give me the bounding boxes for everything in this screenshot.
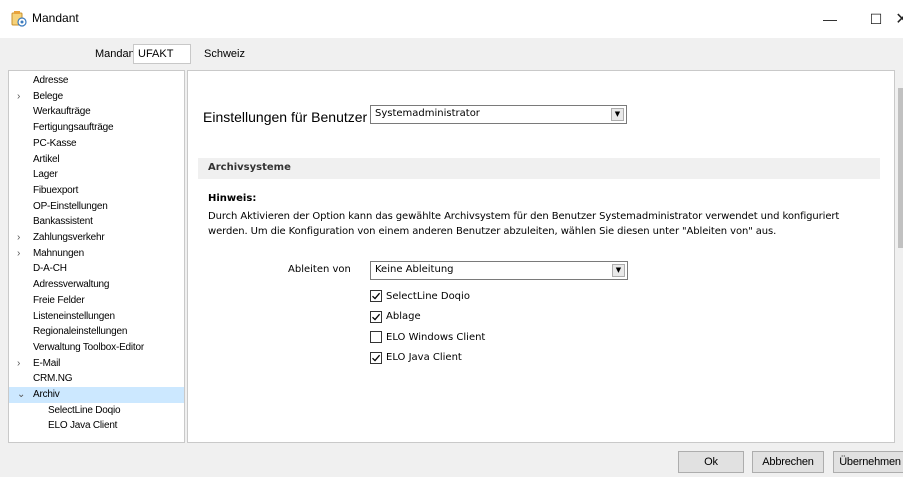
sidebar-item[interactable]: Listeneinstellungen <box>9 309 184 325</box>
sidebar-item-label: Adressverwaltung <box>33 279 110 291</box>
user-select[interactable]: Systemadministrator ▼ <box>370 105 627 124</box>
archive-system-checkbox[interactable]: Ablage <box>370 310 421 324</box>
sidebar-item[interactable]: OP-Einstellungen <box>9 199 184 215</box>
sidebar-item-label: Bankassistent <box>33 216 93 228</box>
sidebar-item[interactable]: Fibuexport <box>9 183 184 199</box>
sidebar-item-label: Artikel <box>33 153 60 165</box>
archive-system-checkbox[interactable]: ELO Windows Client <box>370 330 485 344</box>
chevron-down-icon[interactable]: ⌄ <box>17 387 25 403</box>
dropdown-arrow-icon[interactable]: ▼ <box>611 108 624 121</box>
sidebar-item-label: PC-Kasse <box>33 137 77 149</box>
chevron-right-icon[interactable]: › <box>17 246 20 262</box>
archive-system-checkbox[interactable]: ELO Java Client <box>370 351 462 365</box>
sidebar-item-label: Fertigungsaufträge <box>33 122 114 134</box>
sidebar-item[interactable]: Verwaltung Toolbox-Editor <box>9 340 184 356</box>
checkbox-unchecked-icon[interactable] <box>370 331 382 343</box>
close-button[interactable]: ✕ <box>887 0 903 38</box>
content-panel: Einstellungen für Benutzer Systemadminis… <box>187 70 895 443</box>
sidebar-item[interactable]: Lager <box>9 167 184 183</box>
sidebar-item[interactable]: Freie Felder <box>9 293 184 309</box>
chevron-right-icon[interactable]: › <box>17 356 20 372</box>
sidebar-item[interactable]: › E-Mail <box>9 356 184 372</box>
sidebar-item[interactable]: Bankassistent <box>9 214 184 230</box>
sidebar-item[interactable]: › Belege <box>9 89 184 105</box>
sidebar-item-label: OP-Einstellungen <box>33 200 108 212</box>
sidebar-item[interactable]: › Mahnungen <box>9 246 184 262</box>
sidebar-item[interactable]: Fertigungsaufträge <box>9 120 184 136</box>
section-header: Archivsysteme <box>198 158 880 179</box>
sidebar-item-label: Freie Felder <box>33 294 85 306</box>
sidebar-item[interactable]: PC-Kasse <box>9 136 184 152</box>
minimize-button[interactable]: — <box>807 0 853 38</box>
sidebar-item[interactable]: ELO Java Client <box>9 418 184 434</box>
sidebar-item[interactable]: SelectLine Doqio <box>9 403 184 419</box>
ok-button[interactable]: Ok <box>678 451 744 473</box>
sidebar-item-label: Verwaltung Toolbox-Editor <box>33 341 144 353</box>
scrollbar-thumb[interactable] <box>898 88 903 248</box>
sidebar-item[interactable]: Adresse <box>9 73 184 89</box>
checkbox-checked-icon[interactable] <box>370 310 382 323</box>
sidebar-item-label: E-Mail <box>33 357 61 369</box>
checkbox-label: Ablage <box>386 311 421 322</box>
sidebar-item[interactable]: ⌄ Archiv <box>9 387 184 403</box>
sidebar-item-label: D-A-CH <box>33 263 67 275</box>
sidebar-item-label: Fibuexport <box>33 184 79 196</box>
cancel-button[interactable]: Abbrechen <box>752 451 824 473</box>
sidebar-item[interactable]: Adressverwaltung <box>9 277 184 293</box>
sidebar-item[interactable]: CRM.NG <box>9 371 184 387</box>
sidebar-item[interactable]: › Zahlungsverkehr <box>9 230 184 246</box>
sidebar-item-label: SelectLine Doqio <box>48 404 121 416</box>
archive-system-checkbox[interactable]: SelectLine Doqio <box>370 289 470 303</box>
sidebar-item-label: Werkaufträge <box>33 106 91 118</box>
sidebar-item[interactable]: Artikel <box>9 152 184 168</box>
chevron-right-icon[interactable]: › <box>17 89 20 105</box>
sidebar-item-label: Zahlungsverkehr <box>33 232 105 243</box>
sidebar-item-label: Archiv <box>33 389 60 400</box>
user-settings-label: Einstellungen für Benutzer <box>203 109 368 125</box>
derive-select-value: Keine Ableitung <box>375 264 454 275</box>
sidebar-item-label: Regionaleinstellungen <box>33 326 128 338</box>
mandant-field[interactable]: UFAKT <box>133 44 191 64</box>
checkbox-checked-icon[interactable] <box>370 351 382 364</box>
user-select-value: Systemadministrator <box>375 108 480 119</box>
checkbox-checked-icon[interactable] <box>370 290 382 302</box>
mandant-header: Mandant UFAKT Schweiz <box>0 38 903 70</box>
chevron-right-icon[interactable]: › <box>17 230 20 246</box>
sidebar-item[interactable]: D-A-CH <box>9 261 184 277</box>
checkbox-label: ELO Windows Client <box>386 331 486 343</box>
sidebar-item-label: Adresse <box>33 75 69 86</box>
sidebar-item-label: Lager <box>33 169 58 181</box>
sidebar-item-label: Belege <box>33 90 63 102</box>
sidebar-item-label: ELO Java Client <box>48 420 118 432</box>
checkbox-label: ELO Java Client <box>386 352 462 363</box>
title-bar: Mandant — ☐ ✕ <box>0 0 903 38</box>
settings-tree[interactable]: Adresse › Belege Werkaufträge Fertigungsauft… <box>8 70 185 443</box>
hint-text: Durch Aktivieren der Option kann das gew… <box>208 211 840 237</box>
sidebar-item-label: CRM.NG <box>33 373 73 385</box>
window-title: Mandant <box>32 11 79 25</box>
mandant-app-icon <box>10 10 27 27</box>
apply-button[interactable]: Übernehmen <box>833 451 903 473</box>
hint-title: Hinweis: <box>208 193 257 204</box>
sidebar-item[interactable]: Regionaleinstellungen <box>9 324 184 340</box>
sidebar-item-label: Mahnungen <box>33 247 85 259</box>
mandant-label: Mandant <box>95 48 138 60</box>
derive-label: Ableiten von <box>288 264 351 275</box>
sidebar-item-label: Listeneinstellungen <box>33 310 115 322</box>
checkbox-label: SelectLine Doqio <box>386 290 470 302</box>
sidebar-item[interactable]: Werkaufträge <box>9 104 184 120</box>
mandant-description: Schweiz <box>204 48 245 60</box>
dropdown-arrow-icon[interactable]: ▼ <box>612 264 625 277</box>
derive-select[interactable]: Keine Ableitung ▼ <box>370 261 628 280</box>
